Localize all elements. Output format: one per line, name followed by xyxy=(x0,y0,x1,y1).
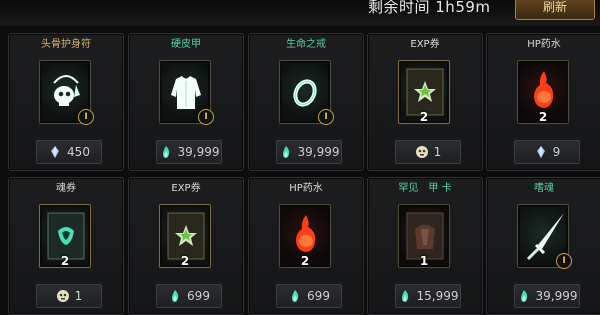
item-name: HP药水 xyxy=(527,39,561,50)
blue-crystal-icon xyxy=(48,145,62,159)
tier-badge: I xyxy=(556,253,572,269)
blue-crystal-icon xyxy=(534,145,548,159)
item-count: 1 xyxy=(419,254,429,268)
shop-item-card[interactable]: HP药水 2 699 xyxy=(248,177,364,315)
shop-item-card[interactable]: 嗜魂 I 39,999 xyxy=(486,177,600,315)
item-icon-frame[interactable]: I xyxy=(39,60,94,125)
item-name: HP药水 xyxy=(289,183,323,194)
refresh-button[interactable]: 刷新 xyxy=(515,0,595,20)
item-icon-frame[interactable]: I xyxy=(279,60,334,125)
shop-item-card[interactable]: 魂券 2 1 xyxy=(8,177,124,315)
item-icon-frame[interactable]: 2 xyxy=(159,204,211,268)
price-button[interactable]: 15,999 xyxy=(395,284,461,308)
price-button[interactable]: 39,999 xyxy=(276,140,342,164)
price-button[interactable]: 699 xyxy=(276,284,342,308)
item-name: 头骨护身符 xyxy=(41,39,91,50)
top-bar: 剩余时间 1h59m 刷新 xyxy=(0,0,600,26)
item-icon-frame[interactable]: 2 xyxy=(279,204,331,268)
price-amount: 39,999 xyxy=(535,289,578,303)
item-name: 魂券 xyxy=(56,183,76,194)
tier-badge: I xyxy=(78,109,94,125)
price-amount: 450 xyxy=(67,145,90,159)
green-flame-icon xyxy=(398,289,412,303)
green-flame-icon xyxy=(288,289,302,303)
skull-coin-icon xyxy=(415,145,429,159)
green-flame-icon xyxy=(517,289,531,303)
item-name: 罕见 甲 卡 xyxy=(398,183,452,194)
green-flame-icon xyxy=(168,289,182,303)
item-count: 2 xyxy=(538,110,548,124)
price-button[interactable]: 450 xyxy=(36,140,102,164)
item-count: 2 xyxy=(60,254,70,268)
price-button[interactable]: 39,999 xyxy=(514,284,580,308)
item-count: 2 xyxy=(180,254,190,268)
shop-item-card[interactable]: 硬皮甲 I 39,999 xyxy=(128,33,244,171)
item-name: 硬皮甲 xyxy=(171,39,201,50)
tier-badge: I xyxy=(198,109,214,125)
green-flame-icon xyxy=(279,145,293,159)
shop-item-card[interactable]: HP药水 2 9 xyxy=(486,33,600,171)
shop-item-card[interactable]: 生命之戒 I 39,999 xyxy=(248,33,364,171)
item-count: 2 xyxy=(300,254,310,268)
price-amount: 15,999 xyxy=(416,289,459,303)
item-count: 2 xyxy=(419,110,429,124)
price-amount: 1 xyxy=(74,289,83,303)
item-icon-frame[interactable]: I xyxy=(159,60,214,125)
price-amount: 39,999 xyxy=(297,145,340,159)
price-amount: 699 xyxy=(187,289,210,303)
item-icon-frame[interactable]: 2 xyxy=(398,60,450,124)
item-icon-frame[interactable]: I xyxy=(517,204,572,269)
item-name: EXP券 xyxy=(171,183,201,194)
price-button[interactable]: 9 xyxy=(514,140,580,164)
item-name: EXP券 xyxy=(410,39,440,50)
price-button[interactable]: 699 xyxy=(156,284,222,308)
item-icon-frame[interactable]: 2 xyxy=(517,60,569,124)
price-amount: 9 xyxy=(552,145,561,159)
green-flame-icon xyxy=(159,145,173,159)
remaining-time-text: 剩余时间 1h59m xyxy=(368,0,491,16)
shop-item-card[interactable]: 头骨护身符 I 450 xyxy=(8,33,124,171)
item-icon-frame[interactable]: 1 xyxy=(398,204,450,268)
item-icon-frame[interactable]: 2 xyxy=(39,204,91,268)
shop-item-card[interactable]: 罕见 甲 卡 1 15,999 xyxy=(367,177,483,315)
item-name: 嗜魂 xyxy=(534,183,554,194)
shop-item-grid: 头骨护身符 I 450 硬皮甲 I 39,999 生命之戒 I 39,999 EXP券 2 1… xyxy=(8,33,600,315)
tier-badge: I xyxy=(318,109,334,125)
skull-coin-icon xyxy=(56,289,70,303)
price-amount: 699 xyxy=(307,289,330,303)
price-button[interactable]: 1 xyxy=(395,140,461,164)
price-button[interactable]: 39,999 xyxy=(156,140,222,164)
shop-item-card[interactable]: EXP券 2 699 xyxy=(128,177,244,315)
shop-item-card[interactable]: EXP券 2 1 xyxy=(367,33,483,171)
price-amount: 39,999 xyxy=(177,145,220,159)
item-name: 生命之戒 xyxy=(286,39,326,50)
price-amount: 1 xyxy=(433,145,442,159)
price-button[interactable]: 1 xyxy=(36,284,102,308)
